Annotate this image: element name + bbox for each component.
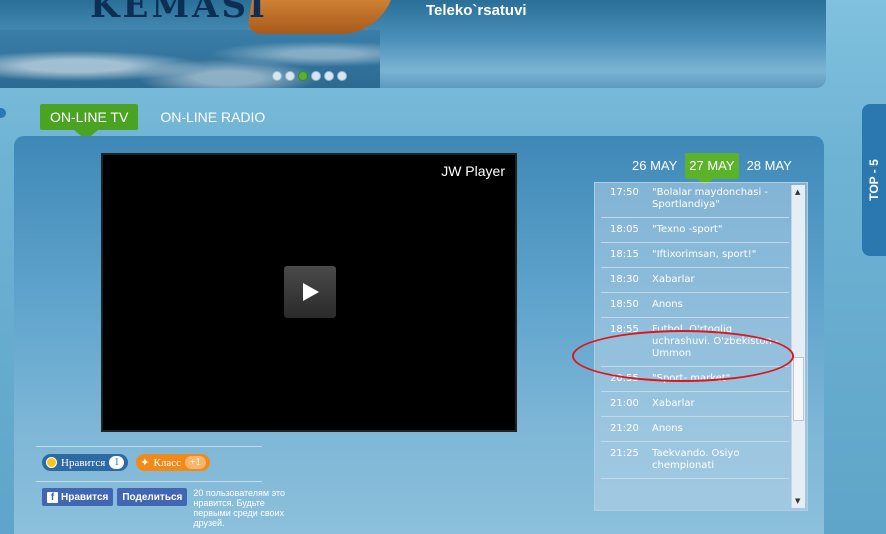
tab-date-27[interactable]: 27 MAY [685, 153, 739, 186]
item-title: Xabarlar [652, 398, 695, 409]
item-time: 18:50 [610, 299, 639, 310]
item-time: 18:30 [610, 274, 639, 285]
list-item[interactable]: 18:15 "Iftixorimsan, sport!" [601, 243, 789, 268]
list-item[interactable]: 18:50 Anons [601, 293, 789, 318]
fb-like-button[interactable]: f Нравится [42, 488, 114, 506]
fb-share-button[interactable]: Поделиться [117, 488, 188, 506]
item-time: 18:05 [610, 224, 639, 235]
ok-count: +1 [185, 456, 206, 469]
tab-online-tv[interactable]: ON-LINE TV [40, 104, 139, 140]
item-title: "Bolalar maydonchasi - Sportlandiya" [652, 187, 769, 210]
video-player[interactable]: JW Player [101, 153, 517, 432]
item-title: Anons [652, 423, 683, 434]
schedule-scrollbar[interactable]: ▲ ▼ [791, 185, 805, 508]
like-icon [46, 457, 57, 468]
like-count: 1 [109, 456, 125, 469]
list-item[interactable]: 21:20 Anons [601, 417, 789, 442]
item-time: 21:20 [610, 423, 639, 434]
slider-dot[interactable] [337, 71, 347, 81]
list-item[interactable]: 17:50 "Bolalar maydonchasi - Sportlandiya… [601, 183, 789, 218]
banner-boat-image [246, 0, 394, 34]
tab-online-radio[interactable]: ON-LINE RADIO [150, 104, 275, 130]
date-tabs: 26 MAY 27 MAY 28 MAY [628, 153, 796, 186]
scrollbar-thumb[interactable] [793, 357, 804, 421]
item-title: Xabarlar [652, 274, 695, 285]
slider-dot-active[interactable] [298, 71, 308, 81]
like-button[interactable]: Нравится 1 [42, 454, 129, 471]
item-title: Anons [652, 299, 683, 310]
highlight-circle [572, 330, 794, 382]
divider [36, 481, 262, 482]
ok-class-button[interactable]: ✦ Класс +1 [136, 454, 210, 471]
item-title: Taekvando. Osiyo chempionati [652, 448, 740, 471]
list-item[interactable]: 18:30 Xabarlar [601, 268, 789, 293]
top5-side-tab[interactable]: TOP - 5 [862, 104, 886, 256]
site-logo[interactable]: KEMASI [90, 0, 268, 26]
slider-dots[interactable] [272, 71, 347, 81]
like-label: Нравится [61, 456, 106, 469]
social-like-row: Нравится 1 ✦ Класс +1 [42, 454, 210, 471]
list-item[interactable]: 21:00 Xabarlar [601, 392, 789, 417]
media-tabs: ON-LINE TV ON-LINE RADIO [40, 104, 275, 140]
item-time: 21:00 [610, 398, 639, 409]
fb-like-label: Нравится [61, 491, 109, 503]
list-item[interactable]: 21:25 Taekvando. Osiyo chempionati [601, 442, 789, 479]
header-banner: KEMASI Teleko`rsatuvi [0, 0, 826, 88]
facebook-row: f Нравится Поделиться 20 пользователям э… [42, 488, 301, 528]
list-item[interactable]: 18:05 "Texno -sport" [601, 218, 789, 243]
item-time: 21:25 [610, 448, 639, 459]
slider-dot[interactable] [285, 71, 295, 81]
slider-dot[interactable] [324, 71, 334, 81]
divider [36, 446, 262, 447]
tab-date-28[interactable]: 28 MAY [743, 153, 796, 179]
player-brand: JW Player [441, 163, 505, 179]
side-indicator [0, 108, 6, 118]
tab-date-26[interactable]: 26 MAY [628, 153, 681, 179]
slider-dot[interactable] [311, 71, 321, 81]
item-time: 17:50 [610, 187, 639, 198]
scroll-down-icon[interactable]: ▼ [795, 497, 800, 505]
slider-dot[interactable] [272, 71, 282, 81]
scroll-up-icon[interactable]: ▲ [795, 188, 800, 196]
facebook-icon: f [47, 491, 58, 503]
top5-label: TOP - 5 [867, 159, 882, 201]
ok-label: Класс [153, 456, 181, 469]
item-title: "Texno -sport" [652, 224, 723, 235]
item-time: 18:15 [610, 249, 639, 260]
odnoklassniki-icon: ✦ [140, 456, 150, 469]
play-icon [303, 283, 319, 301]
item-title: "Iftixorimsan, sport!" [652, 249, 757, 260]
channel-name: Teleko`rsatuvi [426, 2, 527, 19]
fb-social-text: 20 пользователям это нравится. Будьте пе… [193, 488, 285, 528]
play-button[interactable] [284, 266, 336, 318]
